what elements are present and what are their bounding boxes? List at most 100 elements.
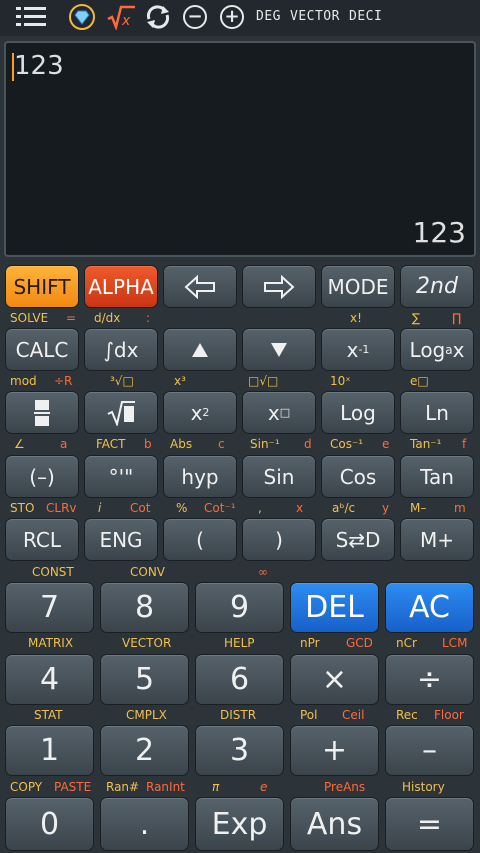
multiply-button[interactable]: × <box>290 654 379 705</box>
square-button[interactable]: x2 <box>163 391 237 434</box>
memory-minus-label: M– <box>410 501 427 515</box>
cube-root-label: ³√□ <box>110 374 134 388</box>
zoom-out-icon[interactable]: − <box>181 4 209 30</box>
calc-button[interactable]: CALC <box>5 328 79 371</box>
shift-button[interactable]: SHIFT <box>5 265 79 308</box>
equals-alpha-label: = <box>66 311 77 325</box>
var-y-label: y <box>382 501 390 515</box>
nth-root-label: □√□ <box>248 374 279 388</box>
gcd-label: GCD <box>346 636 373 650</box>
fact-label: FACT <box>96 437 126 451</box>
cursor-right-button[interactable] <box>242 265 316 308</box>
var-b-label: b <box>144 437 152 451</box>
equals-button[interactable]: = <box>385 797 474 851</box>
var-c-label: c <box>218 437 225 451</box>
eng-button[interactable]: ENG <box>84 518 158 561</box>
hyp-button[interactable]: hyp <box>163 455 237 498</box>
distr-label: DISTR <box>220 708 257 722</box>
result-value: 123 <box>412 216 466 249</box>
triangle-down-icon <box>271 342 287 357</box>
ans-button[interactable]: Ans <box>290 797 379 851</box>
log-base-button[interactable]: Log a x <box>400 328 474 371</box>
pol-label: Pol <box>300 708 318 722</box>
digit-1-button[interactable]: 1 <box>5 725 94 776</box>
s-to-d-button[interactable]: S⇄D <box>321 518 395 561</box>
cube-label: x³ <box>174 374 186 388</box>
var-d-label: d <box>304 437 312 451</box>
delete-button[interactable]: DEL <box>290 582 379 633</box>
all-clear-button[interactable]: AC <box>385 582 474 633</box>
refresh-arrows-icon[interactable] <box>144 4 172 30</box>
preans-label: PreAns <box>324 780 366 794</box>
log-button[interactable]: Log <box>321 391 395 434</box>
decimal-point-button[interactable]: . <box>100 797 189 851</box>
tan-button[interactable]: Tan <box>400 455 474 498</box>
minus-button[interactable]: – <box>385 725 474 776</box>
lcm-label: LCM <box>442 636 468 650</box>
close-paren-button[interactable]: ) <box>242 518 316 561</box>
arccot-label: Cot⁻¹ <box>204 501 236 515</box>
number-format-label[interactable]: DECI <box>349 9 382 24</box>
svg-text:x: x <box>121 13 131 29</box>
open-paren-button[interactable]: ( <box>163 518 237 561</box>
cos-button[interactable]: Cos <box>321 455 395 498</box>
zoom-in-icon[interactable]: + <box>218 4 246 30</box>
exp-button[interactable]: Exp <box>195 797 284 851</box>
const-label: CONST <box>32 565 74 579</box>
product-label: ∏ <box>452 311 462 325</box>
digit-4-button[interactable]: 4 <box>5 654 94 705</box>
fraction-button[interactable] <box>5 391 79 434</box>
cursor-left-button[interactable] <box>163 265 237 308</box>
power-button[interactable]: x □ <box>242 391 316 434</box>
digit-3-button[interactable]: 3 <box>195 725 284 776</box>
cot-label: Cot <box>130 501 151 515</box>
plus-button[interactable]: + <box>290 725 379 776</box>
colon-label: : <box>146 311 151 325</box>
cursor-down-button[interactable] <box>242 328 316 371</box>
rec-label: Rec <box>396 708 418 722</box>
digit-0-button[interactable]: 0 <box>5 797 94 851</box>
math-input-sqrt-icon[interactable]: x <box>106 4 136 30</box>
cmplx-label: CMPLX <box>126 708 167 722</box>
arrow-right-icon <box>264 274 295 299</box>
euler-label: e <box>260 780 268 794</box>
second-function-button[interactable]: 2nd <box>400 265 474 308</box>
hamburger-menu-icon[interactable] <box>14 4 48 30</box>
digit-2-button[interactable]: 2 <box>100 725 189 776</box>
mixed-fraction-label: aᵇ/c <box>332 501 356 515</box>
premium-diamond-icon[interactable] <box>68 4 96 30</box>
arcsin-label: Sin⁻¹ <box>250 437 280 451</box>
solve-label: SOLVE <box>10 311 49 325</box>
stat-label: STAT <box>34 708 63 722</box>
e-power-label: e□ <box>410 374 429 388</box>
calculator-display[interactable]: 123 123 <box>4 41 476 257</box>
sin-button[interactable]: Sin <box>242 455 316 498</box>
arctan-label: Tan⁻¹ <box>410 437 442 451</box>
digit-5-button[interactable]: 5 <box>100 654 189 705</box>
cursor-up-button[interactable] <box>163 328 237 371</box>
floor-label: Floor <box>434 708 464 722</box>
npr-label: nPr <box>300 636 320 650</box>
ln-button[interactable]: Ln <box>400 391 474 434</box>
digit-7-button[interactable]: 7 <box>5 582 94 633</box>
sqrt-button[interactable] <box>84 391 158 434</box>
angle-mode-label[interactable]: DEG <box>256 9 281 24</box>
reciprocal-button[interactable]: x -1 <box>321 328 395 371</box>
memory-plus-button[interactable]: M+ <box>400 518 474 561</box>
divide-button[interactable]: ÷ <box>385 654 474 705</box>
calc-mode-label[interactable]: VECTOR <box>290 9 340 24</box>
matrix-label: MATRIX <box>28 636 74 650</box>
digit-8-button[interactable]: 8 <box>100 582 189 633</box>
alpha-button[interactable]: ALPHA <box>84 265 158 308</box>
var-e-label: e <box>382 437 390 451</box>
mode-button[interactable]: MODE <box>321 265 395 308</box>
rcl-button[interactable]: RCL <box>5 518 79 561</box>
digit-6-button[interactable]: 6 <box>195 654 284 705</box>
degree-minute-second-button[interactable]: °'" <box>84 455 158 498</box>
integral-button[interactable]: ∫dx <box>84 328 158 371</box>
ncr-label: nCr <box>396 636 417 650</box>
angle-label: ∠ <box>14 437 25 451</box>
digit-9-button[interactable]: 9 <box>195 582 284 633</box>
expression-input[interactable]: 123 <box>14 51 64 81</box>
negative-button[interactable]: (–) <box>5 455 79 498</box>
